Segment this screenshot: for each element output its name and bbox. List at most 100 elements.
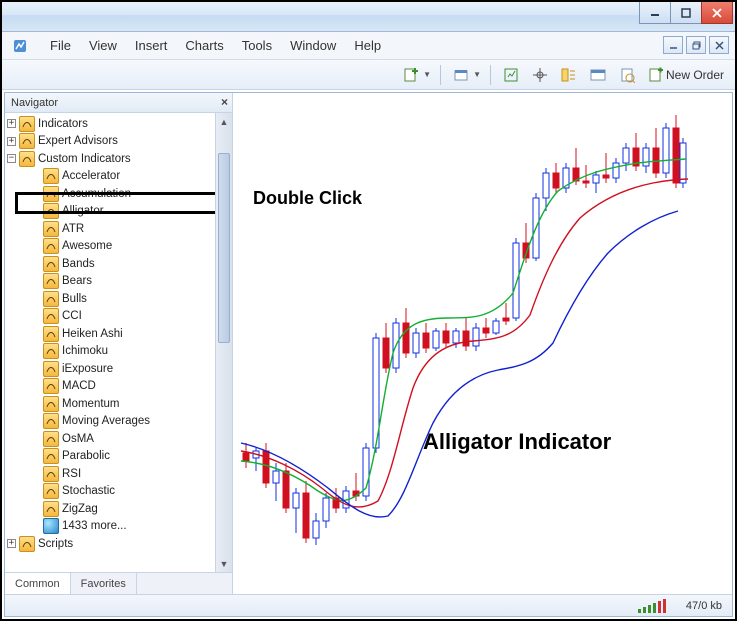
menu-insert[interactable]: Insert (135, 38, 168, 53)
toolbar: ▼ ▼ New Order (2, 60, 735, 90)
tree-item[interactable]: ZigZag (5, 500, 215, 518)
menu-tools[interactable]: Tools (242, 38, 272, 53)
tree-item[interactable]: CCI (5, 308, 215, 326)
dropdown-arrow-icon: ▼ (423, 70, 431, 79)
window-controls (640, 2, 733, 24)
tree-item[interactable]: OsMA (5, 430, 215, 448)
tree-toggle-icon[interactable]: + (7, 119, 16, 128)
app-icon (12, 38, 28, 54)
tree-item[interactable]: Parabolic (5, 448, 215, 466)
indicator-icon (19, 151, 35, 167)
market-watch-icon (503, 67, 519, 83)
menu-charts[interactable]: Charts (185, 38, 223, 53)
tab-common[interactable]: Common (5, 573, 71, 594)
window-maximize-button[interactable] (670, 2, 702, 24)
tab-favorites[interactable]: Favorites (71, 573, 137, 594)
tree-item-label: iExposure (62, 363, 113, 375)
tree-item[interactable]: Accumulation (5, 185, 215, 203)
tree-toggle-icon[interactable]: − (7, 154, 16, 163)
tree-item[interactable]: Ichimoku (5, 343, 215, 361)
tree-item[interactable]: Momentum (5, 395, 215, 413)
indicator-icon (43, 203, 59, 219)
scroll-down-button[interactable]: ▼ (216, 555, 232, 572)
indicator-icon (43, 256, 59, 272)
tree-item[interactable]: 1433 more... (5, 518, 215, 536)
tree-item-label: CCI (62, 310, 82, 322)
tree-item-label: Custom Indicators (38, 153, 131, 165)
navigator-icon (561, 67, 577, 83)
mdi-close-button[interactable] (709, 36, 729, 54)
tree-item[interactable]: Bands (5, 255, 215, 273)
tree-item-label: RSI (62, 468, 81, 480)
indicator-icon (43, 378, 59, 394)
menu-window[interactable]: Window (290, 38, 336, 53)
scroll-up-button[interactable]: ▲ (216, 113, 232, 130)
tree-item-label: Accumulation (62, 188, 131, 200)
crosshair-icon (532, 67, 548, 83)
window-minimize-button[interactable] (639, 2, 671, 24)
tester-icon (619, 67, 635, 83)
tree-item[interactable]: Awesome (5, 238, 215, 256)
menu-file[interactable]: File (50, 38, 71, 53)
tree-item[interactable]: RSI (5, 465, 215, 483)
tree-item-label: Parabolic (62, 450, 110, 462)
new-order-button[interactable]: New Order (643, 63, 729, 87)
tree-toggle-icon[interactable]: + (7, 137, 16, 146)
tree-item-label: MACD (62, 380, 96, 392)
new-chart-button[interactable]: ▼ (398, 63, 436, 87)
mdi-minimize-button[interactable] (663, 36, 683, 54)
profile-button[interactable]: ▼ (448, 63, 486, 87)
tree-item[interactable]: Bulls (5, 290, 215, 308)
indicator-icon (43, 448, 59, 464)
tree-item[interactable]: + Expert Advisors (5, 133, 215, 151)
tree-item-label: Moving Averages (62, 415, 150, 427)
indicator-icon (43, 326, 59, 342)
indicator-icon (43, 396, 59, 412)
indicator-icon (43, 221, 59, 237)
tree-item[interactable]: ATR (5, 220, 215, 238)
content-row: Navigator × +Indicators+Expert Advisors−… (5, 93, 732, 594)
indicator-icon (43, 501, 59, 517)
navigator-body: +Indicators+Expert Advisors−Custom Indic… (5, 113, 232, 572)
tree-item-label: Expert Advisors (38, 135, 118, 147)
tree-item-label: 1433 more... (62, 520, 127, 532)
indicator-icon (43, 413, 59, 429)
new-chart-icon (403, 67, 419, 83)
status-kb: 47/0 kb (686, 600, 722, 612)
tree-item-label: Bears (62, 275, 92, 287)
terminal-button[interactable] (585, 63, 611, 87)
indicator-icon (43, 466, 59, 482)
mdi-restore-button[interactable] (686, 36, 706, 54)
tree-toggle-icon[interactable]: + (7, 539, 16, 548)
main-area: Navigator × +Indicators+Expert Advisors−… (4, 92, 733, 617)
tree-item[interactable]: Alligator (5, 203, 215, 221)
menu-help[interactable]: Help (354, 38, 381, 53)
tree-item[interactable]: MACD (5, 378, 215, 396)
navigator-header: Navigator × (5, 93, 232, 113)
indicator-icon (19, 536, 35, 552)
navigator-tree[interactable]: +Indicators+Expert Advisors−Custom Indic… (5, 113, 215, 572)
strategy-tester-button[interactable] (614, 63, 640, 87)
tree-item[interactable]: Bears (5, 273, 215, 291)
window-close-button[interactable] (701, 2, 733, 24)
tree-item[interactable]: − Custom Indicators (5, 150, 215, 168)
navigator-scrollbar[interactable]: ▲ ▼ (215, 113, 232, 572)
market-watch-button[interactable] (498, 63, 524, 87)
navigator-toggle-button[interactable] (556, 63, 582, 87)
menu-view[interactable]: View (89, 38, 117, 53)
indicator-icon (19, 133, 35, 149)
tree-item[interactable]: Stochastic (5, 483, 215, 501)
connection-status-icon (638, 599, 666, 613)
tree-item[interactable]: iExposure (5, 360, 215, 378)
navigator-close-button[interactable]: × (221, 95, 228, 109)
tree-item[interactable]: Heiken Ashi (5, 325, 215, 343)
tree-item-label: OsMA (62, 433, 94, 445)
tree-item[interactable]: Moving Averages (5, 413, 215, 431)
tree-item[interactable]: +Indicators (5, 115, 215, 133)
chart-area[interactable]: Double Click Alligator Indicator (233, 93, 732, 594)
data-window-button[interactable] (527, 63, 553, 87)
tree-item[interactable]: +Scripts (5, 535, 215, 553)
tree-item[interactable]: Accelerator (5, 168, 215, 186)
scroll-thumb[interactable] (218, 153, 230, 343)
new-order-label: New Order (666, 68, 724, 82)
